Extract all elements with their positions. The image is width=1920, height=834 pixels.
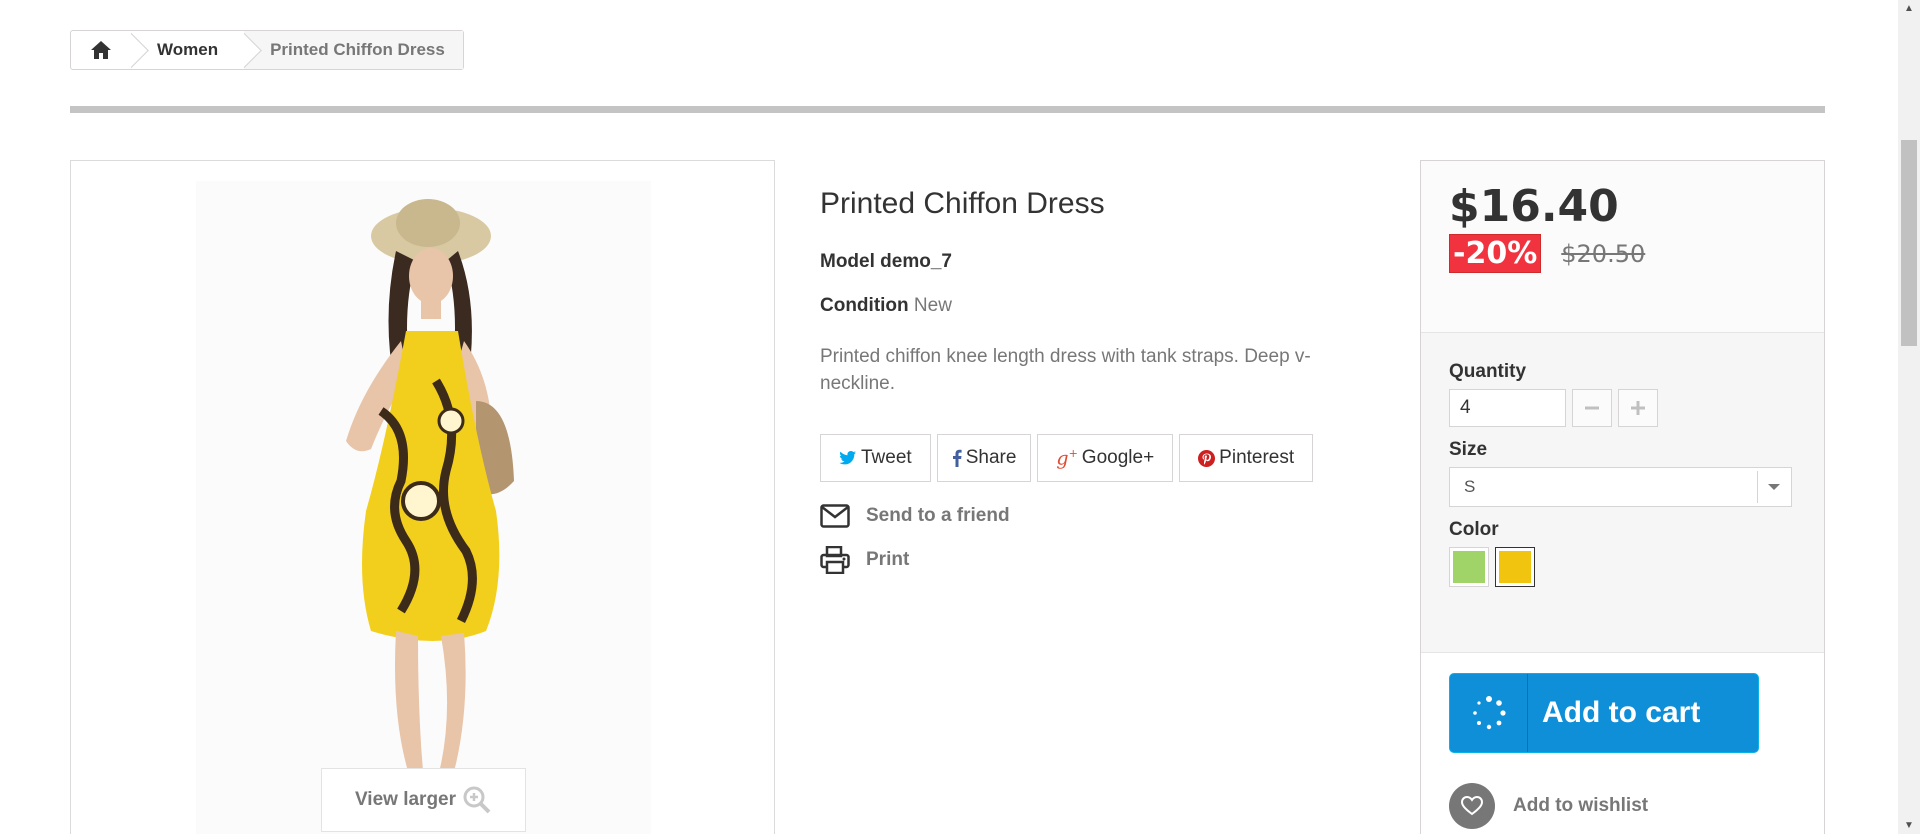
product-title: Printed Chiffon Dress	[820, 187, 1105, 220]
dress-photo	[346, 199, 514, 803]
breadcrumb-separator	[244, 31, 267, 69]
print-label: Print	[866, 549, 910, 570]
breadcrumb: Women Printed Chiffon Dress	[70, 30, 464, 70]
pinterest-icon	[1198, 449, 1216, 467]
google-plus-button[interactable]: g+ Google+	[1037, 434, 1174, 482]
facebook-icon	[952, 449, 962, 467]
loading-spinner-icon	[1450, 674, 1528, 752]
size-label: Size	[1449, 439, 1488, 460]
tweet-label: Tweet	[861, 447, 912, 468]
send-to-friend-link[interactable]: Send to a friend	[820, 504, 1340, 528]
minus-icon	[1585, 406, 1599, 410]
chevron-down-icon	[1757, 471, 1789, 503]
zoom-in-icon	[463, 786, 491, 814]
page-scrollbar[interactable]: ▲ ▼	[1898, 0, 1920, 834]
envelope-icon	[820, 504, 850, 528]
model-value: demo_7	[880, 251, 952, 272]
facebook-share-button[interactable]: Share	[936, 434, 1032, 482]
product-price: $16.40	[1449, 181, 1619, 232]
view-larger-label: View larger	[354, 789, 457, 810]
scrollbar-thumb[interactable]	[1901, 140, 1917, 346]
add-to-cart-label: Add to cart	[1542, 696, 1701, 729]
size-selected-value: S	[1464, 477, 1476, 496]
view-larger-button[interactable]: View larger	[321, 768, 526, 832]
cart-area: Add to cart Add to wishlist	[1421, 653, 1824, 834]
model-label: Model	[820, 251, 875, 272]
plus-icon	[1631, 401, 1645, 415]
twitter-icon	[839, 451, 856, 465]
product-options: Quantity 4 Size S Color	[1421, 333, 1824, 653]
discount-badge: -20%	[1449, 234, 1542, 273]
buy-box: $16.40 -20% $20.50 Quantity 4 Size S Col…	[1420, 160, 1825, 834]
size-select[interactable]: S	[1449, 467, 1792, 507]
breadcrumb-current: Printed Chiffon Dress	[266, 31, 463, 69]
quantity-input[interactable]: 4	[1449, 389, 1566, 427]
send-to-friend-label: Send to a friend	[866, 505, 1010, 526]
color-swatches	[1449, 547, 1796, 587]
color-swatch-green[interactable]	[1449, 547, 1489, 587]
home-icon	[91, 41, 111, 59]
quantity-decrease-button[interactable]	[1572, 389, 1612, 427]
share-label: Share	[965, 447, 1017, 468]
printer-icon	[820, 546, 850, 574]
product-info: Printed Chiffon Dress Model demo_7 Condi…	[820, 160, 1340, 592]
print-link[interactable]: Print	[820, 546, 1340, 574]
product-image[interactable]	[196, 181, 651, 834]
tweet-button[interactable]: Tweet	[820, 434, 931, 482]
pinterest-button[interactable]: Pinterest	[1179, 434, 1314, 482]
breadcrumb-home-link[interactable]	[71, 31, 131, 69]
product-condition: Condition New	[820, 295, 1340, 317]
social-share-buttons: Tweet Share g+ Google+ Pinterest	[820, 434, 1340, 482]
breadcrumb-women-link[interactable]: Women	[153, 31, 245, 69]
pinterest-label: Pinterest	[1219, 447, 1295, 468]
old-price: $20.50	[1561, 239, 1646, 268]
add-to-cart-button[interactable]: Add to cart	[1449, 673, 1759, 753]
scroll-up-arrow-icon[interactable]: ▲	[1898, 0, 1920, 17]
section-divider	[70, 106, 1825, 113]
breadcrumb-separator	[131, 31, 153, 69]
quantity-increase-button[interactable]	[1618, 389, 1658, 427]
quantity-label: Quantity	[1449, 361, 1527, 382]
condition-value: New	[913, 295, 952, 316]
heart-icon	[1449, 783, 1495, 829]
color-swatch-yellow[interactable]	[1495, 547, 1535, 587]
quantity-stepper: 4	[1449, 389, 1796, 427]
add-to-wishlist-link[interactable]: Add to wishlist	[1449, 783, 1796, 829]
product-description: Printed chiffon knee length dress with t…	[820, 346, 1311, 394]
price-area: $16.40 -20% $20.50	[1421, 161, 1824, 333]
scroll-down-arrow-icon[interactable]: ▼	[1898, 817, 1920, 834]
condition-label: Condition	[820, 295, 909, 316]
product-links: Send to a friend Print	[820, 504, 1340, 574]
product-image-box: View larger	[70, 160, 775, 834]
google-plus-label: Google+	[1081, 447, 1155, 468]
color-label: Color	[1449, 519, 1499, 540]
google-plus-icon: g+	[1056, 446, 1078, 470]
product-model: Model demo_7	[820, 251, 1340, 273]
discount-row: -20% $20.50	[1449, 234, 1796, 273]
add-to-wishlist-label: Add to wishlist	[1513, 795, 1649, 816]
